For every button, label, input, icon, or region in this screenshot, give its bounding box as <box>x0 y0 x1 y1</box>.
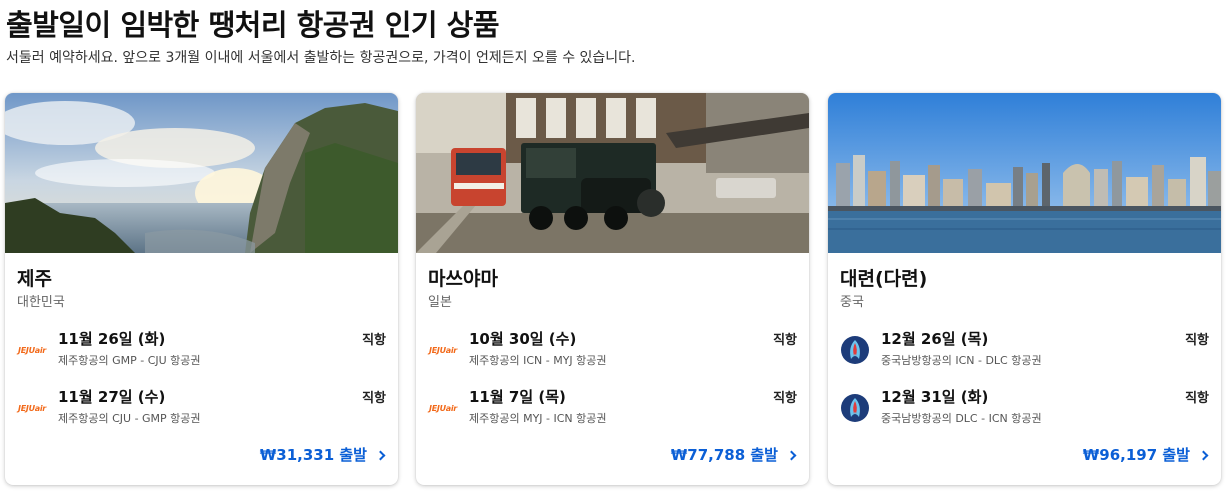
price-text: ₩31,331 출발 <box>259 446 367 464</box>
price-link[interactable]: ₩96,197 출발 <box>1082 444 1209 465</box>
flight-route: 제주항공의 MYJ - ICN 항공권 <box>469 412 607 425</box>
china-southern-logo-icon <box>839 392 871 424</box>
flight-route: 중국남방항공의 DLC - ICN 항공권 <box>881 412 1042 425</box>
destination-photo-matsuyama <box>416 93 809 253</box>
destination-country: 대한민국 <box>17 295 65 310</box>
flight-date: 11월 7일 (목) <box>469 388 566 406</box>
chevron-right-icon <box>786 450 797 460</box>
airline-logo-text: JEJUair <box>429 403 457 413</box>
price-link[interactable]: ₩31,331 출발 <box>259 444 386 465</box>
destination-city: 제주 <box>17 268 52 290</box>
deal-card-matsuyama[interactable]: 마쓰야마 일본 JEJUair 10월 30일 (수) 제주항공의 ICN - … <box>416 93 809 485</box>
jeju-air-logo-icon: JEJUair <box>427 392 459 424</box>
flight-date: 12월 26일 (목) <box>881 330 989 348</box>
chevron-right-icon <box>375 450 386 460</box>
price-text: ₩96,197 출발 <box>1082 446 1190 464</box>
flight-row-return: JEJUair 11월 27일 (수) 제주항공의 CJU - GMP 항공권 … <box>5 386 398 432</box>
deals-section: 출발일이 임박한 땡처리 항공권 인기 상품 서둘러 예약하세요. 앞으로 3개… <box>0 0 1232 494</box>
china-southern-logo-icon <box>839 334 871 366</box>
destination-country: 일본 <box>428 295 452 310</box>
destination-country: 중국 <box>840 295 864 310</box>
flight-type: 직항 <box>773 333 797 348</box>
jeju-air-logo-icon: JEJUair <box>16 392 48 424</box>
section-title: 출발일이 임박한 땡처리 항공권 인기 상품 <box>6 8 500 42</box>
flight-row-outbound: 12월 26일 (목) 중국남방항공의 ICN - DLC 항공권 직항 <box>828 328 1221 374</box>
destination-photo-jeju <box>5 93 398 253</box>
deal-card-jeju[interactable]: 제주 대한민국 JEJUair 11월 26일 (화) 제주항공의 GMP - … <box>5 93 398 485</box>
flight-date: 10월 30일 (수) <box>469 330 577 348</box>
flight-type: 직항 <box>1185 391 1209 406</box>
jeju-air-logo-icon: JEJUair <box>427 334 459 366</box>
chevron-right-icon <box>1198 450 1209 460</box>
flight-type: 직항 <box>362 333 386 348</box>
flight-type: 직항 <box>362 391 386 406</box>
flight-type: 직항 <box>1185 333 1209 348</box>
flight-date: 11월 27일 (수) <box>58 388 166 406</box>
flight-route: 제주항공의 CJU - GMP 항공권 <box>58 412 201 425</box>
airline-logo-text: JEJUair <box>18 345 46 355</box>
price-link[interactable]: ₩77,788 출발 <box>670 444 797 465</box>
flight-date: 11월 26일 (화) <box>58 330 166 348</box>
flight-type: 직항 <box>773 391 797 406</box>
destination-photo-dalian <box>828 93 1221 253</box>
price-text: ₩77,788 출발 <box>670 446 778 464</box>
flight-route: 중국남방항공의 ICN - DLC 항공권 <box>881 354 1042 367</box>
flight-date: 12월 31일 (화) <box>881 388 989 406</box>
deal-card-dalian[interactable]: 대련(다련) 중국 12월 26일 (목) 중국남방항공의 ICN - DLC … <box>828 93 1221 485</box>
flight-row-outbound: JEJUair 11월 26일 (화) 제주항공의 GMP - CJU 항공권 … <box>5 328 398 374</box>
jeju-air-logo-icon: JEJUair <box>16 334 48 366</box>
airline-logo-text: JEJUair <box>18 403 46 413</box>
destination-city: 마쓰야마 <box>428 268 498 290</box>
flight-row-return: 12월 31일 (화) 중국남방항공의 DLC - ICN 항공권 직항 <box>828 386 1221 432</box>
destination-city: 대련(다련) <box>840 268 928 290</box>
section-subtitle: 서둘러 예약하세요. 앞으로 3개월 이내에 서울에서 출발하는 항공권으로, … <box>6 50 636 66</box>
flight-row-return: JEJUair 11월 7일 (목) 제주항공의 MYJ - ICN 항공권 직… <box>416 386 809 432</box>
flight-route: 제주항공의 GMP - CJU 항공권 <box>58 354 201 367</box>
airline-logo-text: JEJUair <box>429 345 457 355</box>
flight-route: 제주항공의 ICN - MYJ 항공권 <box>469 354 607 367</box>
flight-row-outbound: JEJUair 10월 30일 (수) 제주항공의 ICN - MYJ 항공권 … <box>416 328 809 374</box>
